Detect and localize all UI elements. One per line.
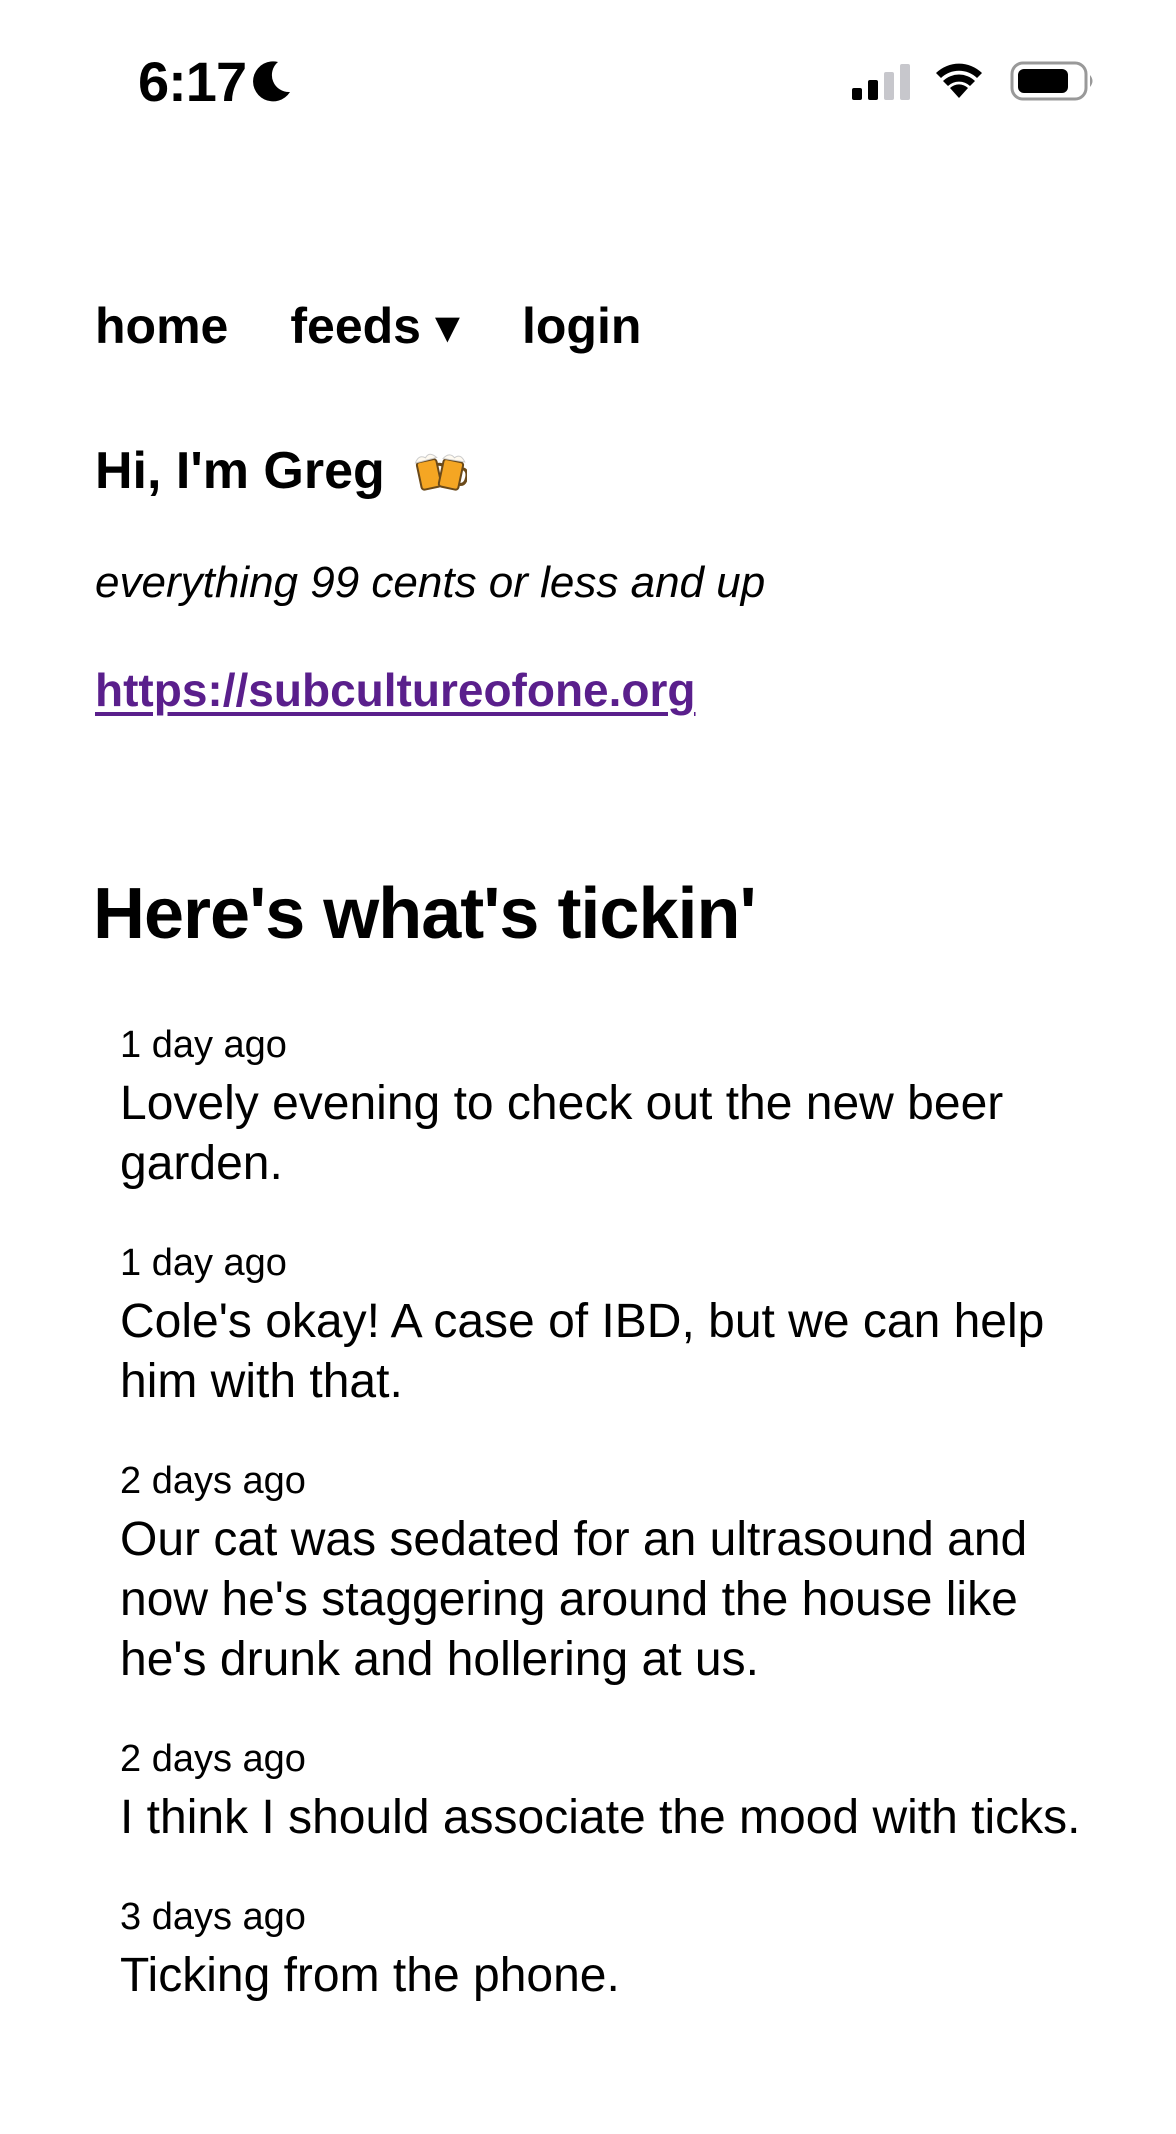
feed-item-timestamp: 1 day ago xyxy=(120,1242,287,1284)
main-nav: home feeds ▾ login xyxy=(95,296,641,356)
feed-item-text: Lovely evening to check out the new beer… xyxy=(120,1077,1004,1190)
section-heading: Here's what's tickin' xyxy=(93,874,757,954)
nav-feeds-dropdown[interactable]: feeds ▾ xyxy=(290,296,460,356)
feed-item-timestamp: 3 days ago xyxy=(120,1896,306,1938)
moon-icon xyxy=(253,61,290,102)
beer-mugs-icon xyxy=(414,453,467,491)
feed-item-text: I think I should associate the mood with… xyxy=(120,1791,1081,1844)
nav-home-link[interactable]: home xyxy=(95,296,228,356)
profile-website-link[interactable]: https://subcultureofone.org xyxy=(95,662,696,718)
feed-item-text: Our cat was sedated for an ultrasound an… xyxy=(120,1513,1028,1686)
status-time: 6:17 xyxy=(138,50,247,113)
cellular-signal-icon xyxy=(852,64,910,100)
feed-item-text: Cole's okay! A case of IBD, but we can h… xyxy=(120,1295,1045,1408)
feed-item[interactable]: 1 day ago Lovely evening to check out th… xyxy=(120,1022,1110,1194)
feed-item-timestamp: 1 day ago xyxy=(120,1024,287,1066)
feed-item[interactable]: 2 days ago I think I should associate th… xyxy=(120,1736,1110,1848)
greeting-text: Hi, I'm Greg xyxy=(95,442,385,500)
feed-item-timestamp: 2 days ago xyxy=(120,1738,306,1780)
battery-icon xyxy=(1010,61,1093,101)
status-bar: 6:17 xyxy=(0,0,1176,160)
feed-item[interactable]: 3 days ago Ticking from the phone. xyxy=(120,1894,1110,2006)
profile-greeting: Hi, I'm Greg xyxy=(95,440,467,502)
feed-item-text: Ticking from the phone. xyxy=(120,1949,620,2002)
feed-item[interactable]: 1 day ago Cole's okay! A case of IBD, bu… xyxy=(120,1240,1110,1412)
profile-tagline: everything 99 cents or less and up xyxy=(95,558,766,607)
wifi-icon xyxy=(936,63,982,98)
nav-login-link[interactable]: login xyxy=(522,296,641,356)
feed-item-timestamp: 2 days ago xyxy=(120,1460,306,1502)
feed-list: 1 day ago Lovely evening to check out th… xyxy=(120,1022,1110,2052)
feed-item[interactable]: 2 days ago Our cat was sedated for an ul… xyxy=(120,1458,1110,1690)
